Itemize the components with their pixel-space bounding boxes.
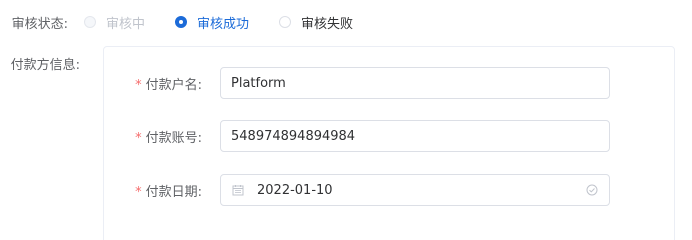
payer-account-row: * 付款账号: 548974894894984	[104, 120, 610, 152]
radio-review-success-label: 审核成功	[197, 16, 250, 32]
radio-review-success[interactable]: 审核成功	[175, 13, 249, 32]
radio-reviewing[interactable]: 审核中	[84, 13, 145, 32]
payer-account-value: 548974894894984	[231, 128, 356, 144]
radio-review-failed-label: 审核失败	[301, 16, 354, 32]
payer-name-value: Platform	[231, 75, 286, 91]
radio-review-failed[interactable]: 审核失败	[279, 13, 353, 32]
payer-account-input[interactable]: 548974894894984	[220, 120, 610, 152]
payment-date-value: 2022-01-10	[257, 182, 333, 198]
payer-name-row: * 付款户名: Platform	[104, 67, 610, 99]
payer-account-label-wrap: * 付款账号:	[104, 127, 220, 146]
radio-reviewing-circle[interactable]	[84, 16, 96, 28]
calendar-icon	[231, 183, 245, 197]
payment-date-row: * 付款日期: 2022-01-10	[104, 174, 610, 206]
payment-date-picker[interactable]: 2022-01-10	[220, 174, 610, 206]
payer-name-input[interactable]: Platform	[220, 67, 610, 99]
payer-name-label: 付款户名:	[145, 77, 202, 93]
payment-review-form: 审核状态: 审核中 审核成功 审核失败 付款方信息: * 付款户名: Platfo…	[0, 0, 692, 240]
circle-check-icon[interactable]	[585, 183, 599, 197]
radio-review-failed-circle[interactable]	[279, 16, 292, 28]
payer-info-label: 付款方信息:	[10, 58, 80, 73]
review-status-row: 审核状态: 审核中 审核成功 审核失败	[0, 8, 383, 36]
review-status-label: 审核状态:	[11, 16, 68, 32]
payment-date-label: 付款日期:	[145, 184, 202, 200]
required-mark: *	[135, 184, 142, 200]
payment-date-label-wrap: * 付款日期:	[104, 181, 220, 200]
required-mark: *	[135, 77, 142, 93]
payer-info-panel: * 付款户名: Platform * 付款账号: 548974894894984 *…	[103, 46, 675, 240]
required-mark: *	[135, 130, 142, 146]
radio-review-success-circle[interactable]	[175, 16, 188, 28]
radio-reviewing-label: 审核中	[106, 16, 146, 32]
payer-name-label-wrap: * 付款户名:	[104, 74, 220, 93]
payer-account-label: 付款账号:	[145, 130, 202, 146]
